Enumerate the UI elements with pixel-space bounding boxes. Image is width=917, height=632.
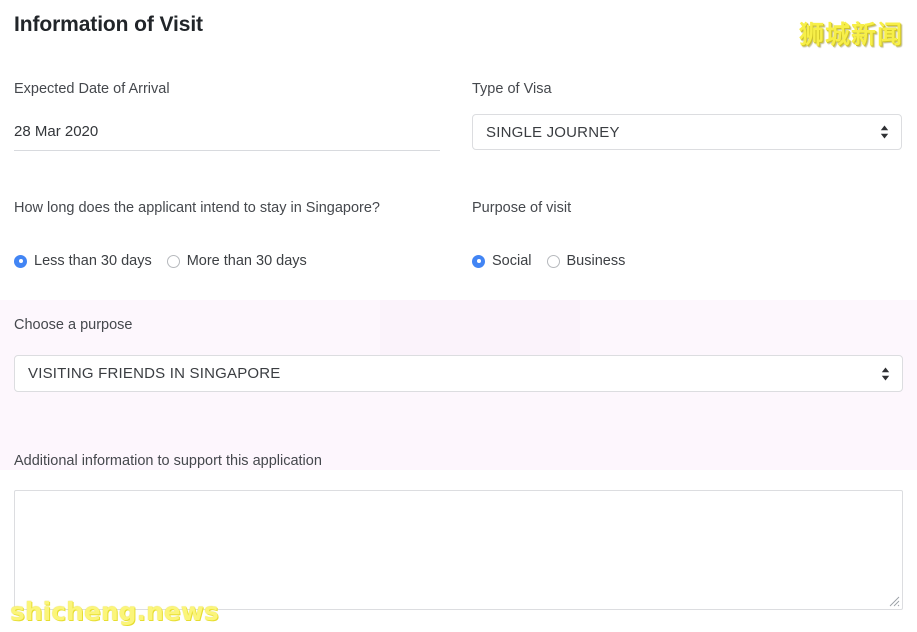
radio-unselected-icon[interactable]: [546, 254, 560, 268]
radio-social[interactable]: Social: [472, 253, 532, 269]
chevron-updown-icon: [881, 367, 890, 380]
watermark-english: shicheng.news: [10, 597, 219, 626]
resize-handle-icon[interactable]: [889, 596, 900, 607]
radio-business[interactable]: Business: [546, 253, 626, 269]
visa-type-select[interactable]: SINGLE JOURNEY: [472, 114, 902, 150]
radio-unselected-icon[interactable]: [166, 254, 180, 268]
stay-duration-label: How long does the applicant intend to st…: [14, 200, 380, 216]
form-row-stay-purpose: How long does the applicant intend to st…: [14, 199, 903, 269]
radio-label-social: Social: [492, 253, 532, 269]
radio-selected-icon[interactable]: [472, 254, 485, 268]
radio-label-more-than-30-days: More than 30 days: [186, 253, 307, 269]
radio-selected-icon[interactable]: [14, 254, 27, 268]
page-title: Information of Visit: [14, 13, 203, 36]
additional-info-textarea[interactable]: [14, 490, 903, 610]
visa-type-label: Type of Visa: [472, 81, 552, 97]
purpose-of-visit-field: Purpose of visit Social Business: [458, 199, 902, 269]
visa-type-select-value[interactable]: SINGLE JOURNEY: [472, 114, 902, 150]
additional-info-textarea-wrap: [14, 490, 903, 610]
radio-more-than-30-days[interactable]: More than 30 days: [166, 253, 307, 269]
choose-purpose-select[interactable]: VISITING FRIENDS IN SINGAPORE: [14, 355, 903, 392]
stay-duration-radio-group: Less than 30 days More than 30 days: [14, 253, 428, 269]
visit-information-form: Information of Visit Expected Date of Ar…: [0, 0, 917, 610]
additional-info-label: Additional information to support this a…: [14, 453, 322, 469]
arrival-date-field: Expected Date of Arrival: [14, 80, 458, 151]
purpose-of-visit-label: Purpose of visit: [472, 200, 572, 216]
purpose-of-visit-radio-group: Social Business: [472, 253, 902, 269]
arrival-date-input[interactable]: [14, 122, 440, 151]
arrival-date-label: Expected Date of Arrival: [14, 81, 170, 97]
visa-type-field: Type of Visa SINGLE JOURNEY: [458, 80, 902, 151]
radio-label-business: Business: [566, 253, 626, 269]
radio-less-than-30-days[interactable]: Less than 30 days: [14, 253, 152, 269]
choose-purpose-select-value[interactable]: VISITING FRIENDS IN SINGAPORE: [14, 355, 903, 392]
stay-duration-field: How long does the applicant intend to st…: [14, 199, 458, 269]
form-row-arrival-visa: Expected Date of Arrival Type of Visa SI…: [14, 80, 903, 151]
watermark-chinese: 狮城新闻: [798, 20, 903, 49]
radio-label-less-than-30-days: Less than 30 days: [34, 253, 152, 269]
additional-info-field: Additional information to support this a…: [14, 452, 903, 610]
choose-purpose-field: Choose a purpose VISITING FRIENDS IN SIN…: [14, 316, 903, 392]
choose-purpose-label: Choose a purpose: [14, 317, 133, 333]
chevron-updown-icon: [880, 125, 889, 139]
